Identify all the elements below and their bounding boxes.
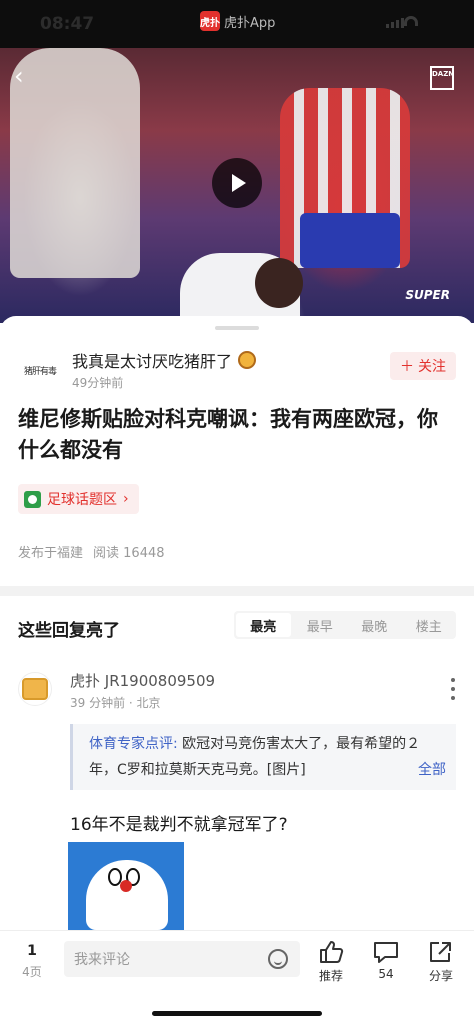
tab-op[interactable]: 楼主 (402, 611, 457, 639)
topic-chip[interactable]: 足球话题区 › (18, 484, 139, 514)
total-pages[interactable]: 4页 (18, 963, 46, 980)
post-reads: 阅读 16448 (93, 546, 165, 561)
like-label: 推荐 (318, 969, 343, 983)
post-title: 维尼修斯贴脸对科克嘲讽：我有两座欧冠，你什么都没有 (18, 407, 438, 462)
app-name: 虎扑App (224, 15, 276, 31)
replies-section-title: 这些回复亮了 (18, 621, 120, 641)
comment-count: 54 (378, 967, 394, 981)
football-icon (24, 490, 41, 508)
status-time: 08:47 (40, 14, 95, 34)
video-figure (300, 213, 400, 268)
play-button[interactable] (212, 158, 262, 208)
author-avatar[interactable]: 猪肝有毒 (18, 348, 62, 392)
doraemon-nose (120, 880, 132, 892)
share-icon (419, 939, 463, 965)
wifi-icon (404, 16, 418, 26)
follow-label: 关注 (418, 359, 446, 375)
section-divider (0, 586, 474, 596)
hupu-logo-icon: 虎扑 (200, 11, 220, 31)
commenter-name[interactable]: 虎扑 JR1900809509 (70, 670, 215, 691)
back-arrow-icon[interactable]: ‹ (14, 64, 34, 88)
video-figure (255, 258, 303, 308)
commenter-avatar[interactable] (18, 672, 52, 706)
author-name-row[interactable]: 我真是太讨厌吃猪肝了 (72, 348, 257, 372)
more-options-icon[interactable] (450, 678, 456, 700)
expert-tag: 体育专家点评: (89, 736, 178, 752)
post-sheet: 猪肝有毒 我真是太讨厌吃猪肝了 49分钟前 ＋ 关注 维尼修斯贴脸对科克嘲讽：我… (0, 316, 474, 936)
share-button[interactable]: 分享 (419, 939, 463, 984)
like-button[interactable]: 推荐 (309, 939, 353, 984)
plus-icon: ＋ (400, 359, 414, 375)
dazn-logo: DAZN (430, 66, 454, 90)
broadcast-logo: SUPER (405, 288, 450, 302)
post-location: 发布于福建 (18, 546, 84, 561)
chevron-right-icon: › (123, 491, 129, 507)
tab-latest[interactable]: 最晚 (347, 611, 402, 639)
comments-button[interactable]: 54 (364, 939, 408, 981)
signal-icon (386, 18, 404, 28)
comment-bubble-icon (364, 939, 408, 965)
badge-icon (238, 351, 257, 369)
expert-review[interactable]: 体育专家点评: 欧冠对马竞伤害太大了，最有希望的２年，C罗和拉莫斯天克马竞。[图… (70, 724, 456, 790)
tab-brightest[interactable]: 最亮 (236, 613, 291, 637)
home-indicator[interactable] (152, 1011, 322, 1016)
app-indicator: 虎扑 虎扑App (200, 10, 275, 32)
post-meta: 发布于福建 阅读 16448 (18, 542, 165, 561)
tab-earliest[interactable]: 最早 (293, 611, 348, 639)
comment-body: 16年不是裁判不就拿冠军了? (70, 815, 288, 835)
drag-handle[interactable] (215, 326, 259, 330)
comment-meta: 39 分钟前 · 北京 (70, 696, 161, 710)
author-name[interactable]: 我真是太讨厌吃猪肝了 (72, 348, 232, 372)
status-bar: 08:47 虎扑 虎扑App (0, 0, 474, 48)
comment-image[interactable] (68, 842, 184, 936)
bottom-action-bar: 1 4页 我来评论 推荐 54 分享 (0, 930, 474, 1025)
thumbs-up-icon (309, 939, 353, 965)
share-label: 分享 (428, 969, 453, 983)
video-player[interactable]: ‹ DAZN SUPER (0, 48, 474, 323)
sort-tabs: 最亮 最早 最晚 楼主 (234, 611, 456, 639)
post-time: 49分钟前 (72, 376, 124, 390)
expand-all-link[interactable]: 全部 (412, 757, 446, 783)
current-page[interactable]: 1 (20, 943, 44, 959)
follow-button[interactable]: ＋ 关注 (390, 352, 456, 380)
topic-label: 足球话题区 (47, 492, 117, 508)
comment-input[interactable]: 我来评论 (64, 941, 300, 977)
emoji-icon[interactable] (268, 949, 288, 969)
